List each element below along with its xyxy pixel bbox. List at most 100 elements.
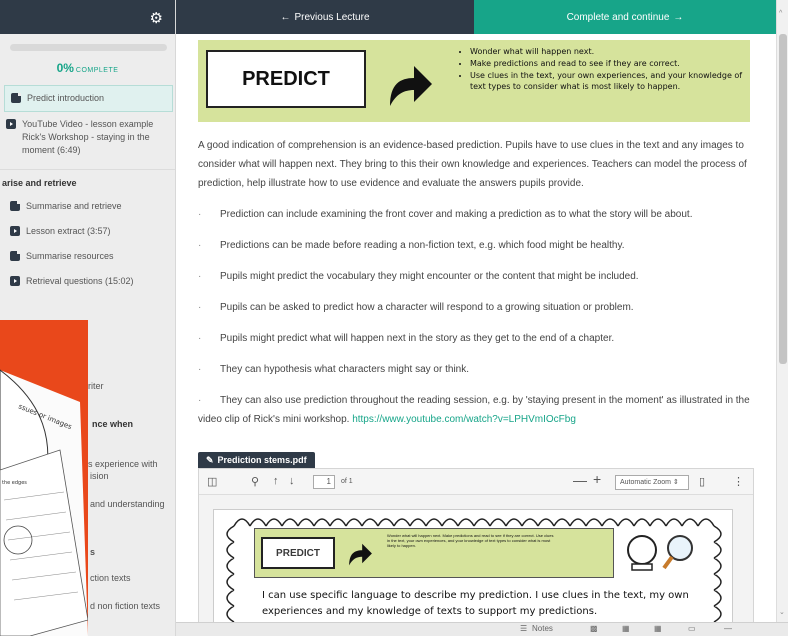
lecture-label: YouTube Video - lesson example Rick's Wo…	[22, 119, 154, 155]
layout-icon[interactable]: ▩	[590, 624, 598, 633]
curved-arrow-icon	[390, 66, 432, 106]
list-item-text: They can hypothesis what characters migh…	[220, 364, 470, 375]
mini-predict-title: PREDICT	[261, 537, 335, 569]
lecture-item-lesson-extract[interactable]: Lesson extract (3:57)	[0, 219, 175, 244]
list-item: · Pupils might predict what will happen n…	[198, 329, 758, 348]
zoom-in-icon[interactable]: +	[593, 471, 601, 487]
page-number-input[interactable]: 1	[313, 475, 335, 489]
predict-bullet: Wonder what will happen next.	[470, 46, 745, 57]
arrow-left-icon: ←	[280, 11, 291, 23]
gear-icon[interactable]: ⚙	[150, 9, 163, 27]
list-item-text: Prediction can include examining the fro…	[220, 209, 693, 220]
chevron-down-icon: ⇕	[672, 479, 679, 486]
page-count: of 1	[341, 478, 353, 485]
video-icon	[6, 119, 16, 129]
pdf-attachment-tab[interactable]: ✎ Prediction stems.pdf	[198, 452, 315, 468]
grid-icon[interactable]: ▦	[654, 624, 662, 633]
overlay-note2: the edges	[2, 480, 27, 486]
intro-paragraph: A good indication of comprehension is an…	[198, 140, 747, 189]
pdf-toolbar: ◫ ⚲ ↑ ↓ 1 of 1 — + Automatic Zoom ⇕ ▯ ⋮	[199, 469, 753, 495]
list-item-text: Predictions can be made before reading a…	[220, 240, 625, 251]
progress-suffix: COMPLETE	[75, 67, 119, 74]
search-icon[interactable]: ⚲	[251, 475, 259, 488]
app-root: ⚙ 0% COMPLETE Predict introduction YouTub…	[0, 0, 788, 636]
sidebar-header: ⚙	[0, 0, 175, 34]
previous-lecture-button[interactable]: ← Previous Lecture	[176, 0, 474, 34]
bookmark-icon[interactable]: ▯	[699, 475, 705, 488]
minimize-icon[interactable]: —	[724, 624, 732, 633]
lecture-item-partial-understanding[interactable]: and understanding	[82, 498, 173, 511]
youtube-link[interactable]: https://www.youtube.com/watch?v=LPHVmIOc…	[352, 414, 576, 425]
predict-bullets: Wonder what will happen next. Make predi…	[460, 46, 745, 93]
section-partial-title: nce when	[92, 419, 134, 429]
predict-title-box: PREDICT	[206, 50, 366, 108]
scroll-down-icon[interactable]: ⌄	[779, 608, 785, 616]
lecture-label: Predict introduction	[27, 93, 105, 103]
arrow-up-icon[interactable]: ↑	[273, 475, 279, 487]
list-item-text: Pupils might predict what will happen ne…	[220, 333, 615, 344]
list-item-last: · They can also use prediction throughout…	[198, 395, 750, 425]
scroll-thumb[interactable]	[779, 34, 787, 364]
previous-lecture-label: Previous Lecture	[294, 11, 370, 23]
list-item: · Predictions can be made before reading …	[198, 236, 758, 255]
lecture-item-summarise[interactable]: Summarise and retrieve	[0, 194, 175, 219]
page-scrollbar[interactable]: ^ ⌄	[776, 0, 788, 622]
pdf-sentence: I can use specific language to describe …	[262, 590, 689, 617]
video-icon	[10, 276, 20, 286]
sidebar-toggle-icon[interactable]: ◫	[207, 475, 217, 488]
lecture-label: Retrieval questions (15:02)	[26, 276, 134, 286]
lecture-item-retrieval-questions[interactable]: Retrieval questions (15:02)	[0, 269, 175, 294]
lecture-label: Lesson extract (3:57)	[26, 226, 111, 236]
predict-bullet: Use clues in the text, your own experien…	[470, 70, 745, 92]
worksheet-photo: ssues or images the edges	[0, 369, 88, 636]
list-item-text: Pupils might predict the vocabulary they…	[220, 271, 639, 282]
arrow-down-icon[interactable]: ↓	[289, 475, 295, 487]
lecture-item-partial-nonfiction[interactable]: d non fiction texts	[82, 600, 168, 613]
more-options-icon[interactable]: ⋮	[733, 475, 744, 488]
mini-bullets: Wonder what will happen next. Make predi…	[387, 533, 554, 548]
section-summarise-title: arise and retrieve	[0, 169, 175, 194]
lecture-item-youtube-video[interactable]: YouTube Video - lesson example Rick's Wo…	[0, 112, 175, 163]
pdf-filename: Prediction stems.pdf	[217, 455, 307, 465]
notes-label[interactable]: Notes	[532, 624, 553, 633]
progress-label: 0% COMPLETE	[0, 61, 175, 75]
predict-bullet: Make predictions and read to see if they…	[470, 58, 745, 69]
zoom-select[interactable]: Automatic Zoom ⇕	[615, 475, 689, 490]
lecture-item-predict-introduction[interactable]: Predict introduction	[4, 85, 173, 112]
worksheet-photo-overlay: ssues or images the edges	[0, 320, 88, 636]
lecture-item-partial-fiction[interactable]: ction texts	[82, 572, 139, 585]
pdf-viewer: ◫ ⚲ ↑ ↓ 1 of 1 — + Automatic Zoom ⇕ ▯ ⋮ …	[198, 468, 754, 622]
scroll-up-icon[interactable]: ^	[779, 10, 782, 17]
pdf-page: PREDICT Wonder what will happen next. Ma…	[213, 509, 733, 622]
document-icon	[10, 251, 20, 261]
list-item-text: Pupils can be asked to predict how a cha…	[220, 302, 634, 313]
lecture-content: PREDICT Wonder what will happen next. Ma…	[176, 34, 776, 622]
predict-banner-image: PREDICT Wonder what will happen next. Ma…	[198, 40, 750, 122]
list-item: · Prediction can include examining the fr…	[198, 205, 758, 224]
lecture-label: Summarise resources	[26, 251, 114, 261]
video-icon	[10, 226, 20, 236]
list-item: · They can hypothesis what characters mig…	[198, 360, 758, 379]
complete-continue-label: Complete and continue	[566, 11, 670, 23]
bottom-toolbar: ☰ Notes ▩ ▦ ▦ ▭ —	[176, 622, 788, 636]
complete-continue-button[interactable]: Complete and continue →	[474, 0, 776, 34]
mini-arrow-icon	[349, 543, 372, 566]
list-item: · Pupils can be asked to predict how a ch…	[198, 298, 758, 317]
document-icon	[10, 201, 20, 211]
zoom-value: Automatic Zoom	[620, 479, 671, 486]
progress-percent: 0%	[56, 61, 74, 75]
arrow-right-icon: →	[673, 11, 684, 23]
notes-icon[interactable]: ☰	[520, 624, 527, 633]
lecture-item-summarise-resources[interactable]: Summarise resources	[0, 244, 175, 269]
list-item: · Pupils might predict the vocabulary the…	[198, 267, 758, 286]
lecture-text: A good indication of comprehension is an…	[198, 136, 758, 429]
monitor-icon[interactable]: ▭	[688, 624, 696, 633]
document-icon	[11, 93, 21, 103]
paperclip-icon: ✎	[206, 454, 214, 465]
zoom-out-icon[interactable]: —	[573, 472, 587, 488]
lecture-nav: ← Previous Lecture Complete and continue…	[176, 0, 776, 34]
grid-icon[interactable]: ▦	[622, 624, 630, 633]
mini-predict-banner: PREDICT Wonder what will happen next. Ma…	[254, 528, 614, 578]
progress-bar	[10, 44, 167, 51]
lecture-label: Summarise and retrieve	[26, 201, 122, 211]
